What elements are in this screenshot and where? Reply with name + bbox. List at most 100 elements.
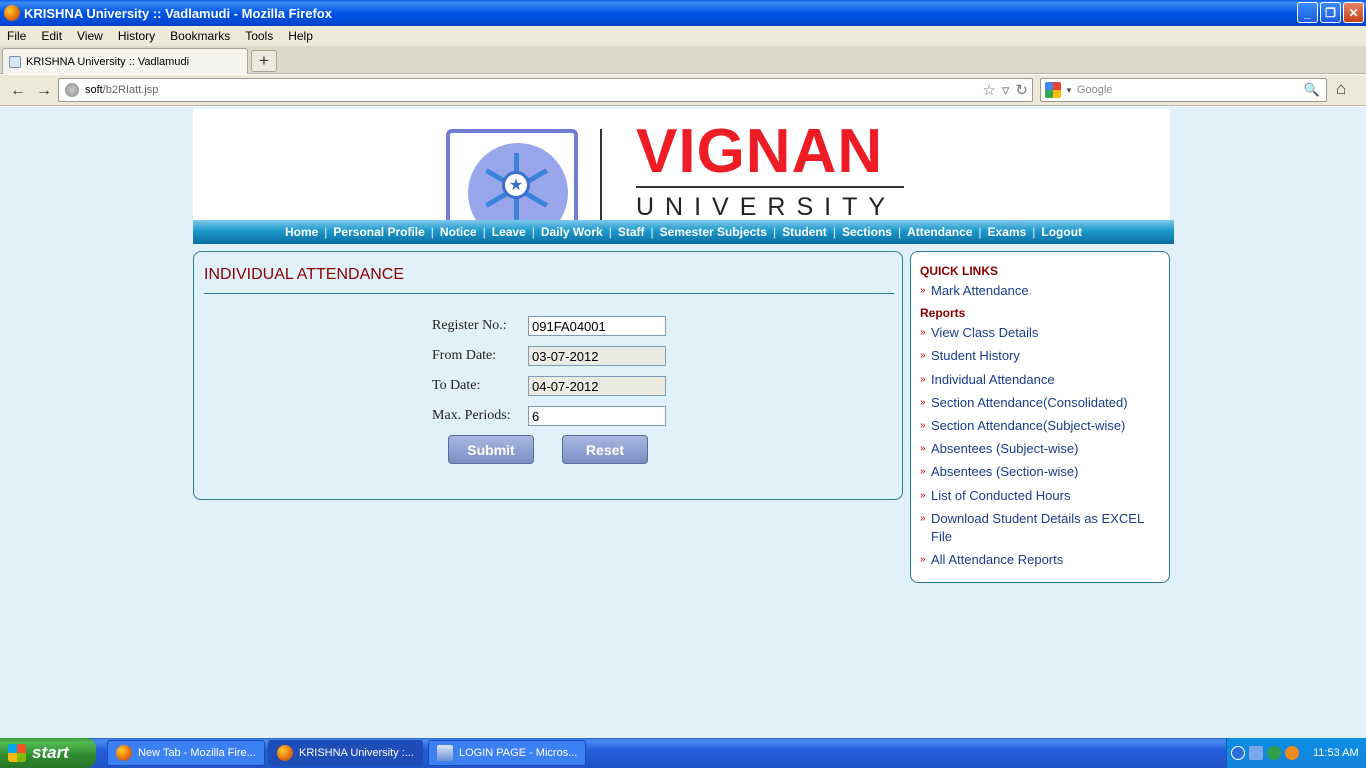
- firefox-icon: [277, 745, 293, 761]
- taskbar-item-login-page[interactable]: LOGIN PAGE - Micros...: [428, 740, 586, 766]
- link-absentees-subject-wise[interactable]: » Absentees (Subject-wise): [920, 440, 1165, 458]
- nav-student[interactable]: Student: [776, 225, 833, 239]
- register-number-input[interactable]: [528, 316, 666, 336]
- link-view-class-details[interactable]: » View Class Details: [920, 324, 1165, 342]
- brand-subtitle: UNIVERSITY: [636, 193, 897, 221]
- bullet-arrow-icon: »: [920, 420, 926, 431]
- window-titlebar: KRISHNA University :: Vadlamudi - Mozill…: [0, 0, 1366, 26]
- taskbar-item-krishna-university[interactable]: KRISHNA University :...: [268, 740, 423, 766]
- nav-logout[interactable]: Logout: [1035, 225, 1088, 239]
- link-section-attendance-subject-wise[interactable]: » Section Attendance(Subject-wise): [920, 417, 1165, 435]
- nav-notice[interactable]: Notice: [434, 225, 483, 239]
- bullet-arrow-icon: »: [920, 397, 926, 408]
- forward-arrow-icon[interactable]: →: [32, 79, 56, 103]
- url-host: soft: [85, 84, 103, 96]
- nav-staff[interactable]: Staff: [612, 225, 651, 239]
- firefox-icon: [116, 745, 132, 761]
- tab-title: KRISHNA University :: Vadlamudi: [26, 55, 190, 68]
- clock: 11:53 AM: [1313, 747, 1359, 759]
- register-row: Register No.:: [432, 315, 666, 337]
- windows-logo-icon: [8, 744, 26, 762]
- dropdown-arrow-icon[interactable]: ▿: [1002, 81, 1010, 99]
- app-tray-icon[interactable]: [1285, 746, 1299, 760]
- menu-edit[interactable]: Edit: [34, 29, 70, 43]
- search-engine-dropdown-icon[interactable]: ▼: [1065, 86, 1073, 95]
- word-document-icon: [437, 745, 453, 761]
- back-arrow-icon[interactable]: ←: [6, 79, 30, 103]
- close-button[interactable]: ✕: [1343, 2, 1364, 23]
- register-label: Register No.:: [432, 318, 507, 333]
- to-date-label: To Date:: [432, 378, 481, 393]
- menu-file[interactable]: File: [0, 29, 34, 43]
- bullet-arrow-icon: »: [920, 374, 926, 385]
- bullet-arrow-icon: »: [920, 327, 926, 338]
- nav-daily-work[interactable]: Daily Work: [535, 225, 609, 239]
- logo-divider: [600, 129, 602, 221]
- page-title: INDIVIDUAL ATTENDANCE: [204, 266, 405, 283]
- nav-attendance[interactable]: Attendance: [901, 225, 978, 239]
- bullet-arrow-icon: »: [920, 285, 926, 296]
- search-input[interactable]: ▼ Google 🔍: [1040, 78, 1327, 102]
- link-individual-attendance[interactable]: » Individual Attendance: [920, 371, 1165, 389]
- nav-semester-subjects[interactable]: Semester Subjects: [654, 225, 773, 239]
- brand-underline: [636, 186, 904, 188]
- utorrent-icon[interactable]: [1267, 746, 1281, 760]
- link-mark-attendance[interactable]: » Mark Attendance: [920, 282, 1165, 300]
- reload-icon[interactable]: ↻: [1015, 81, 1028, 99]
- bullet-arrow-icon: »: [920, 350, 926, 361]
- tray-arrow-icon[interactable]: [1231, 746, 1245, 760]
- browser-tab[interactable]: KRISHNA University :: Vadlamudi: [2, 48, 248, 74]
- nav-exams[interactable]: Exams: [982, 225, 1033, 239]
- link-list-of-conducted-hours[interactable]: » List of Conducted Hours: [920, 487, 1165, 505]
- window-controls: _ ❐ ✕: [1297, 2, 1364, 23]
- from-date-input[interactable]: [528, 346, 666, 366]
- to-date-input[interactable]: [528, 376, 666, 396]
- quick-links-heading: QUICK LINKS: [920, 264, 998, 278]
- minimize-button[interactable]: _: [1297, 2, 1318, 23]
- nav-personal-profile[interactable]: Personal Profile: [327, 225, 430, 239]
- site-header: ★ VIGNAN UNIVERSITY: [193, 109, 1170, 221]
- menu-help[interactable]: Help: [281, 29, 321, 43]
- max-periods-label: Max. Periods:: [432, 408, 511, 423]
- menu-bookmarks[interactable]: Bookmarks: [163, 29, 238, 43]
- site-navigation: Home | Personal Profile | Notice | Leave | D…: [193, 220, 1174, 244]
- link-student-history[interactable]: » Student History: [920, 347, 1165, 365]
- link-absentees-section-wise[interactable]: » Absentees (Section-wise): [920, 463, 1165, 481]
- start-label: start: [32, 743, 69, 762]
- magnifier-icon[interactable]: 🔍: [1304, 82, 1320, 98]
- link-all-attendance-reports[interactable]: » All Attendance Reports: [920, 551, 1165, 569]
- max-periods-input[interactable]: [528, 406, 666, 426]
- windows-taskbar: start New Tab - Mozilla Fire... KRISHNA …: [0, 738, 1366, 768]
- start-button[interactable]: start: [0, 738, 96, 768]
- quick-links-panel: QUICK LINKS » Mark Attendance Reports » Vi…: [910, 251, 1170, 583]
- maximize-button[interactable]: ❐: [1320, 2, 1341, 23]
- tab-strip: KRISHNA University :: Vadlamudi +: [0, 46, 1366, 74]
- url-bar[interactable]: soft /b2RIatt.jsp ☆ ▿ ↻: [58, 78, 1033, 102]
- nav-sections[interactable]: Sections: [836, 225, 898, 239]
- menu-history[interactable]: History: [111, 29, 163, 43]
- bookmark-star-icon[interactable]: ☆: [982, 81, 995, 99]
- submit-button[interactable]: Submit: [448, 435, 534, 464]
- menu-tools[interactable]: Tools: [238, 29, 281, 43]
- page-viewport: ★ VIGNAN UNIVERSITY Home | Personal Profi…: [0, 107, 1366, 738]
- menu-bar: File Edit View History Bookmarks Tools H…: [0, 26, 1366, 46]
- network-icon[interactable]: [1249, 746, 1263, 760]
- nav-leave[interactable]: Leave: [486, 225, 532, 239]
- system-tray: 11:53 AM: [1226, 738, 1366, 768]
- university-logo-icon: ★: [446, 129, 578, 221]
- menu-view[interactable]: View: [70, 29, 111, 43]
- new-tab-button[interactable]: +: [251, 50, 277, 72]
- to-date-row: To Date:: [432, 375, 666, 397]
- bullet-arrow-icon: »: [920, 554, 926, 565]
- taskbar-item-label: New Tab - Mozilla Fire...: [138, 747, 256, 759]
- reset-button[interactable]: Reset: [562, 435, 648, 464]
- taskbar-item-label: LOGIN PAGE - Micros...: [459, 747, 578, 759]
- bullet-arrow-icon: »: [920, 443, 926, 454]
- home-icon[interactable]: ⌂: [1336, 79, 1346, 99]
- taskbar-item-label: KRISHNA University :...: [299, 747, 414, 759]
- link-download-student-details[interactable]: » Download Student Details as EXCEL File: [920, 510, 1165, 546]
- taskbar-item-new-tab[interactable]: New Tab - Mozilla Fire...: [107, 740, 265, 766]
- link-section-attendance-consolidated[interactable]: » Section Attendance(Consolidated): [920, 394, 1165, 412]
- globe-icon: [65, 83, 79, 97]
- nav-home[interactable]: Home: [279, 225, 324, 239]
